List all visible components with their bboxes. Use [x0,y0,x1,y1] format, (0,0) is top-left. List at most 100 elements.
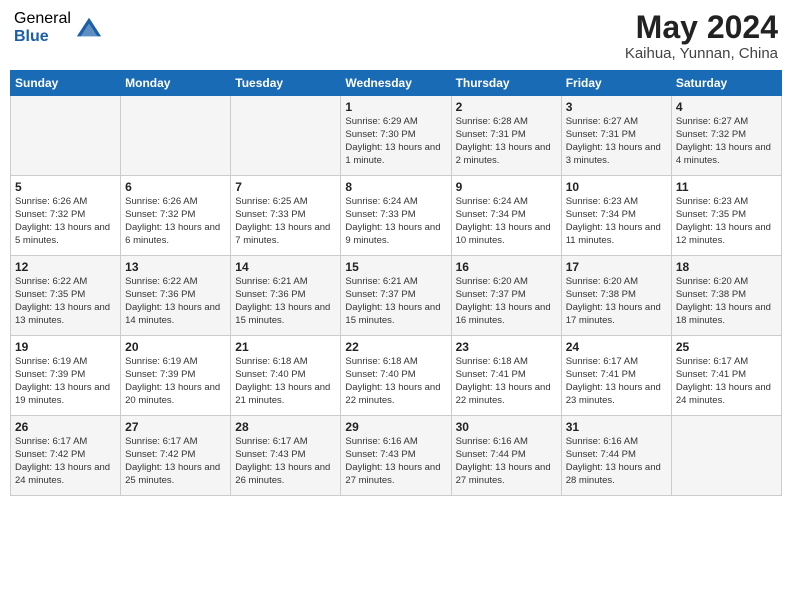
day-cell: 22 Sunrise: 6:18 AM Sunset: 7:40 PM Dayli… [341,336,451,416]
header-day-thursday: Thursday [451,71,561,96]
day-cell: 17 Sunrise: 6:20 AM Sunset: 7:38 PM Dayli… [561,256,671,336]
day-cell: 1 Sunrise: 6:29 AM Sunset: 7:30 PM Daylig… [341,96,451,176]
page-header: General Blue May 2024 Kaihua, Yunnan, Ch… [10,10,782,62]
day-info: Sunrise: 6:20 AM Sunset: 7:37 PM Dayligh… [456,276,557,327]
day-number: 11 [676,180,777,194]
day-cell: 13 Sunrise: 6:22 AM Sunset: 7:36 PM Dayli… [121,256,231,336]
day-info: Sunrise: 6:27 AM Sunset: 7:31 PM Dayligh… [566,116,667,167]
logo: General Blue [14,10,103,45]
day-info: Sunrise: 6:29 AM Sunset: 7:30 PM Dayligh… [345,116,446,167]
day-number: 6 [125,180,226,194]
day-cell: 24Sunrise: 6:17 AM Sunset: 7:41 PM Dayli… [561,336,671,416]
day-number: 23 [456,340,557,354]
day-number: 30 [456,420,557,434]
header-row: SundayMondayTuesdayWednesdayThursdayFrid… [11,71,782,96]
day-cell: 12 Sunrise: 6:22 AM Sunset: 7:35 PM Dayli… [11,256,121,336]
day-info: Sunrise: 6:22 AM Sunset: 7:35 PM Dayligh… [15,276,116,327]
day-cell: 3Sunrise: 6:27 AM Sunset: 7:31 PM Daylig… [561,96,671,176]
day-number: 21 [235,340,336,354]
day-number: 19 [15,340,116,354]
day-number: 27 [125,420,226,434]
day-cell: 19 Sunrise: 6:19 AM Sunset: 7:39 PM Dayli… [11,336,121,416]
header-day-monday: Monday [121,71,231,96]
header-day-sunday: Sunday [11,71,121,96]
day-number: 2 [456,100,557,114]
day-info: Sunrise: 6:17 AM Sunset: 7:41 PM Dayligh… [676,356,777,407]
day-info: Sunrise: 6:21 AM Sunset: 7:37 PM Dayligh… [345,276,446,327]
day-cell: 16Sunrise: 6:20 AM Sunset: 7:37 PM Dayli… [451,256,561,336]
day-cell [231,96,341,176]
day-number: 12 [15,260,116,274]
day-number: 26 [15,420,116,434]
header-day-wednesday: Wednesday [341,71,451,96]
day-info: Sunrise: 6:27 AM Sunset: 7:32 PM Dayligh… [676,116,777,167]
logo-blue: Blue [14,28,71,46]
header-day-saturday: Saturday [671,71,781,96]
day-info: Sunrise: 6:26 AM Sunset: 7:32 PM Dayligh… [15,196,116,247]
day-cell: 8Sunrise: 6:24 AM Sunset: 7:33 PM Daylig… [341,176,451,256]
day-number: 31 [566,420,667,434]
day-number: 20 [125,340,226,354]
day-number: 10 [566,180,667,194]
day-cell: 20 Sunrise: 6:19 AM Sunset: 7:39 PM Dayli… [121,336,231,416]
day-info: Sunrise: 6:20 AM Sunset: 7:38 PM Dayligh… [566,276,667,327]
day-cell: 7Sunrise: 6:25 AM Sunset: 7:33 PM Daylig… [231,176,341,256]
day-number: 7 [235,180,336,194]
day-cell: 11 Sunrise: 6:23 AM Sunset: 7:35 PM Dayli… [671,176,781,256]
day-number: 13 [125,260,226,274]
day-cell: 5 Sunrise: 6:26 AM Sunset: 7:32 PM Daylig… [11,176,121,256]
day-cell: 10 Sunrise: 6:23 AM Sunset: 7:34 PM Dayli… [561,176,671,256]
day-cell: 27 Sunrise: 6:17 AM Sunset: 7:42 PM Dayli… [121,416,231,496]
calendar-table: SundayMondayTuesdayWednesdayThursdayFrid… [10,70,782,496]
day-info: Sunrise: 6:18 AM Sunset: 7:40 PM Dayligh… [235,356,336,407]
week-row-3: 12 Sunrise: 6:22 AM Sunset: 7:35 PM Dayli… [11,256,782,336]
logo-icon [75,14,103,42]
day-info: Sunrise: 6:18 AM Sunset: 7:40 PM Dayligh… [345,356,446,407]
day-info: Sunrise: 6:16 AM Sunset: 7:44 PM Dayligh… [566,436,667,487]
day-info: Sunrise: 6:17 AM Sunset: 7:41 PM Dayligh… [566,356,667,407]
week-row-1: 1 Sunrise: 6:29 AM Sunset: 7:30 PM Daylig… [11,96,782,176]
day-cell: 23Sunrise: 6:18 AM Sunset: 7:41 PM Dayli… [451,336,561,416]
day-info: Sunrise: 6:19 AM Sunset: 7:39 PM Dayligh… [125,356,226,407]
week-row-4: 19 Sunrise: 6:19 AM Sunset: 7:39 PM Dayli… [11,336,782,416]
day-number: 28 [235,420,336,434]
day-info: Sunrise: 6:28 AM Sunset: 7:31 PM Dayligh… [456,116,557,167]
day-cell: 21 Sunrise: 6:18 AM Sunset: 7:40 PM Dayli… [231,336,341,416]
day-number: 1 [345,100,446,114]
header-day-friday: Friday [561,71,671,96]
day-cell [121,96,231,176]
day-cell: 25 Sunrise: 6:17 AM Sunset: 7:41 PM Dayli… [671,336,781,416]
day-number: 8 [345,180,446,194]
day-number: 5 [15,180,116,194]
day-cell: 29Sunrise: 6:16 AM Sunset: 7:43 PM Dayli… [341,416,451,496]
day-cell: 9Sunrise: 6:24 AM Sunset: 7:34 PM Daylig… [451,176,561,256]
day-info: Sunrise: 6:16 AM Sunset: 7:44 PM Dayligh… [456,436,557,487]
day-cell: 2 Sunrise: 6:28 AM Sunset: 7:31 PM Daylig… [451,96,561,176]
day-number: 18 [676,260,777,274]
day-cell [11,96,121,176]
day-cell: 6 Sunrise: 6:26 AM Sunset: 7:32 PM Daylig… [121,176,231,256]
day-info: Sunrise: 6:17 AM Sunset: 7:42 PM Dayligh… [125,436,226,487]
day-number: 15 [345,260,446,274]
day-info: Sunrise: 6:20 AM Sunset: 7:38 PM Dayligh… [676,276,777,327]
day-number: 22 [345,340,446,354]
day-info: Sunrise: 6:22 AM Sunset: 7:36 PM Dayligh… [125,276,226,327]
day-info: Sunrise: 6:19 AM Sunset: 7:39 PM Dayligh… [15,356,116,407]
location: Kaihua, Yunnan, China [625,45,778,62]
day-cell: 30 Sunrise: 6:16 AM Sunset: 7:44 PM Dayli… [451,416,561,496]
day-info: Sunrise: 6:26 AM Sunset: 7:32 PM Dayligh… [125,196,226,247]
week-row-2: 5 Sunrise: 6:26 AM Sunset: 7:32 PM Daylig… [11,176,782,256]
day-number: 17 [566,260,667,274]
day-number: 9 [456,180,557,194]
day-cell: 28 Sunrise: 6:17 AM Sunset: 7:43 PM Dayli… [231,416,341,496]
title-section: May 2024 Kaihua, Yunnan, China [625,10,778,62]
week-row-5: 26 Sunrise: 6:17 AM Sunset: 7:42 PM Dayli… [11,416,782,496]
day-cell: 18 Sunrise: 6:20 AM Sunset: 7:38 PM Dayli… [671,256,781,336]
month-title: May 2024 [625,10,778,45]
day-info: Sunrise: 6:17 AM Sunset: 7:43 PM Dayligh… [235,436,336,487]
day-info: Sunrise: 6:23 AM Sunset: 7:35 PM Dayligh… [676,196,777,247]
header-day-tuesday: Tuesday [231,71,341,96]
day-info: Sunrise: 6:23 AM Sunset: 7:34 PM Dayligh… [566,196,667,247]
day-cell: 15 Sunrise: 6:21 AM Sunset: 7:37 PM Dayli… [341,256,451,336]
day-number: 25 [676,340,777,354]
